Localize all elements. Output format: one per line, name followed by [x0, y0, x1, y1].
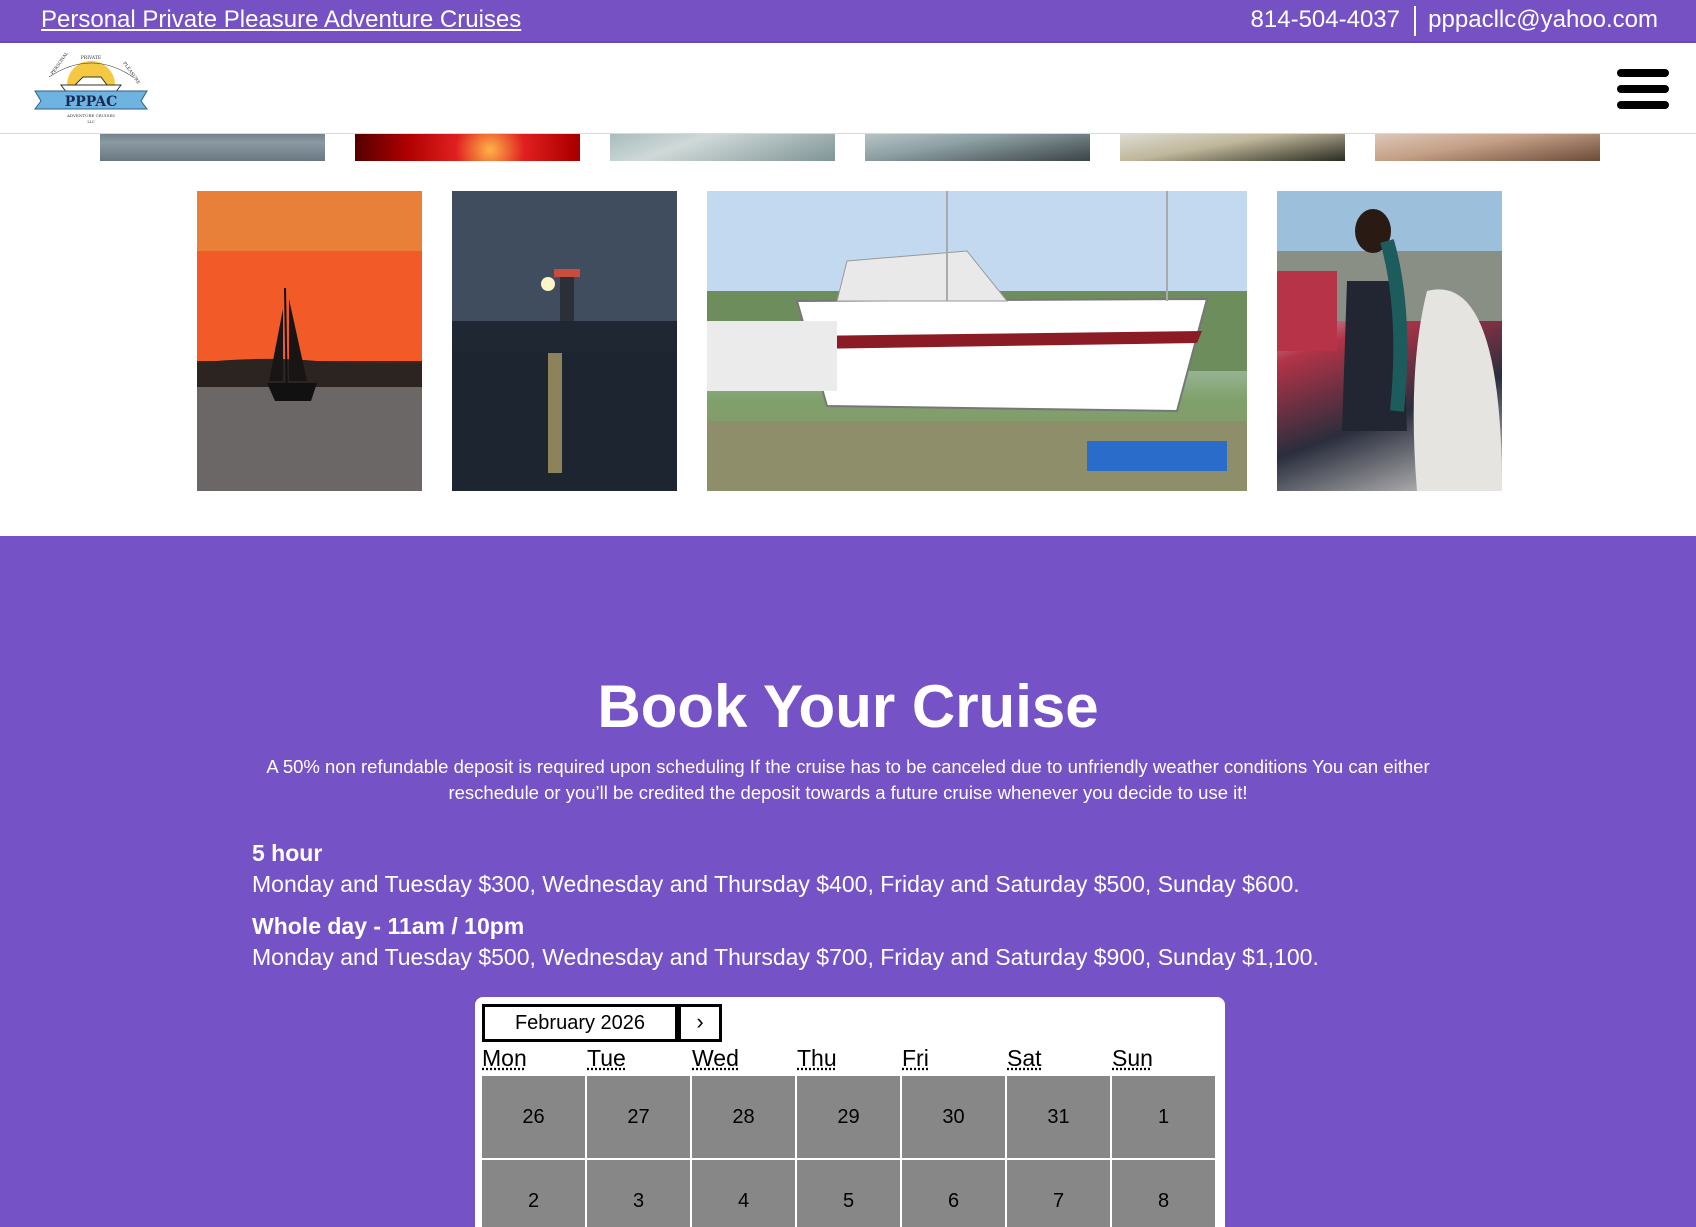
booking-title: Book Your Cruise — [0, 672, 1696, 741]
logo-llc: LLC — [87, 120, 95, 124]
contact-divider — [1414, 6, 1416, 36]
calendar-day[interactable]: 7 — [1007, 1160, 1110, 1227]
calendar-day[interactable]: 30 — [902, 1076, 1005, 1158]
pppac-logo[interactable]: PPPAC ADVENTURE CRUISES LLC PERSONAL PRI… — [31, 51, 151, 127]
pricing-text-5-hour: Monday and Tuesday $300, Wednesday and T… — [252, 871, 1300, 898]
calendar-day[interactable]: 6 — [902, 1160, 1005, 1227]
hamburger-line — [1617, 69, 1669, 77]
site-title-link[interactable]: Personal Private Pleasure Adventure Crui… — [41, 6, 521, 34]
weekday-sun: Sun — [1112, 1045, 1153, 1072]
logo-arc-right: PLEASURE — [121, 61, 141, 86]
logo-arc-left: PERSONAL — [50, 51, 70, 76]
pricing-heading-5-hour: 5 hour — [252, 840, 322, 867]
hamburger-line — [1617, 101, 1669, 109]
calendar-day[interactable]: 8 — [1112, 1160, 1215, 1227]
site-header: PPPAC ADVENTURE CRUISES LLC PERSONAL PRI… — [0, 43, 1696, 134]
weekday-tue: Tue — [587, 1045, 626, 1072]
top-contact-bar: Personal Private Pleasure Adventure Crui… — [0, 0, 1696, 43]
logo-subtext: ADVENTURE CRUISES — [66, 113, 115, 118]
calendar-month-label[interactable]: February 2026 — [482, 1004, 678, 1042]
calendar-day[interactable]: 2 — [482, 1160, 585, 1227]
logo-arc-mid: PRIVATE — [81, 55, 101, 61]
calendar-day[interactable]: 28 — [692, 1076, 795, 1158]
calendar-day[interactable]: 27 — [587, 1076, 690, 1158]
booking-calendar: February 2026 › Mon Tue Wed Thu Fri Sat … — [475, 997, 1225, 1227]
pricing-heading-whole-day: Whole day - 11am / 10pm — [252, 913, 524, 940]
calendar-day[interactable]: 31 — [1007, 1076, 1110, 1158]
gallery-photo-woman-on-boat[interactable] — [1277, 191, 1502, 491]
gallery-photo-boat-on-trailer[interactable] — [707, 191, 1247, 491]
weekday-sat: Sat — [1007, 1045, 1042, 1072]
email-address[interactable]: pppacllc@yahoo.com — [1428, 6, 1658, 34]
deposit-description: A 50% non refundable deposit is required… — [260, 754, 1436, 806]
gallery-photo-night-tower[interactable] — [452, 191, 677, 491]
phone-number[interactable]: 814-504-4037 — [1251, 6, 1400, 34]
weekday-fri: Fri — [902, 1045, 929, 1072]
hamburger-line — [1617, 85, 1669, 93]
gallery-photo-sunset-sailboat[interactable] — [197, 191, 422, 491]
calendar-next-button[interactable]: › — [678, 1004, 722, 1042]
weekday-wed: Wed — [692, 1045, 739, 1072]
calendar-day[interactable]: 4 — [692, 1160, 795, 1227]
weekday-mon: Mon — [482, 1045, 527, 1072]
calendar-day[interactable]: 3 — [587, 1160, 690, 1227]
logo-text: PPPAC — [65, 94, 118, 110]
calendar-day[interactable]: 5 — [797, 1160, 900, 1227]
calendar-day[interactable]: 29 — [797, 1076, 900, 1158]
pricing-text-whole-day: Monday and Tuesday $500, Wednesday and T… — [252, 944, 1319, 971]
calendar-day[interactable]: 1 — [1112, 1076, 1215, 1158]
hamburger-menu-icon[interactable] — [1617, 69, 1669, 109]
calendar-day[interactable]: 26 — [482, 1076, 585, 1158]
weekday-thu: Thu — [797, 1045, 837, 1072]
